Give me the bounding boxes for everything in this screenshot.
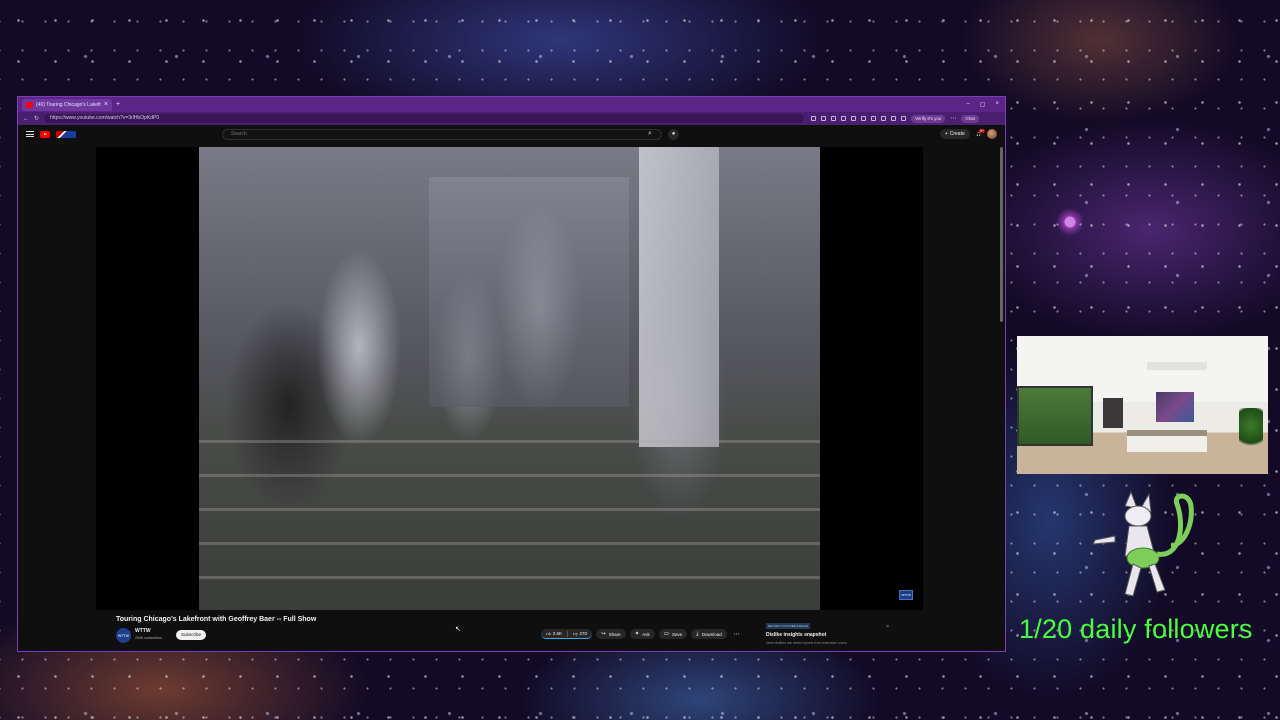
back-icon[interactable]: ← <box>23 116 29 122</box>
video-title: Touring Chicago's Lakefront with Geoffre… <box>116 616 317 623</box>
notification-badge: 9+ <box>979 128 985 133</box>
share-icon: ↪ <box>601 631 606 637</box>
room-photo <box>1017 336 1268 474</box>
browser-tab[interactable]: (40) Touring Chicago's Lakefr × <box>22 98 112 111</box>
avatar[interactable] <box>987 129 997 139</box>
tab-close-icon[interactable]: × <box>104 101 108 108</box>
search-box: ⌕ <box>222 128 662 140</box>
share-label: Share <box>608 631 621 637</box>
window-controls: – ▢ × <box>966 101 1005 108</box>
youtube-favicon-icon <box>26 101 33 108</box>
more-actions-icon[interactable]: ⋯ <box>731 631 743 638</box>
extension-icon[interactable] <box>821 116 827 121</box>
room-artwork-small <box>1103 398 1123 428</box>
extension-icon[interactable] <box>891 116 897 121</box>
video-scene-door <box>429 177 629 407</box>
notifications-bell-icon[interactable]: ♫ 9+ <box>976 128 985 138</box>
extension-icons <box>811 116 907 121</box>
ask-button[interactable]: ✦ Ask <box>629 629 655 639</box>
subscribe-button[interactable]: Subscribe <box>176 630 207 640</box>
like-dislike-group: 👍︎ 2.6K 👎︎ 270 <box>541 629 593 639</box>
subscriber-count: 254K subscribers <box>135 636 163 640</box>
close-window-icon[interactable]: × <box>995 101 999 108</box>
room-plant <box>1239 408 1263 452</box>
youtube-header: ⌕ ● +Create ♫9+ <box>18 125 1005 143</box>
channel-avatar[interactable]: WTTW <box>116 628 131 643</box>
video-scene-pillar <box>639 147 719 447</box>
download-icon: ⤓ <box>696 630 699 637</box>
sparkle-icon: ✦ <box>634 631 640 637</box>
extension-icon[interactable] <box>851 116 857 121</box>
ask-label: Ask <box>642 631 650 637</box>
extension-icon[interactable] <box>861 116 867 121</box>
channel-watermark[interactable]: WTTW <box>899 590 913 600</box>
room-bed <box>1127 430 1207 452</box>
header-right: + Create ♫ 9+ <box>939 128 997 139</box>
room-window <box>1017 386 1093 446</box>
video-frame <box>199 147 820 610</box>
search-icon[interactable]: ⌕ <box>639 129 661 140</box>
video-scene-stairs <box>199 440 820 610</box>
daily-followers-counter: 1/20 daily followers <box>1019 614 1253 644</box>
room-ceiling-light <box>1147 362 1207 370</box>
thumbs-down-icon: 👎︎ <box>572 630 578 636</box>
plus-icon: + <box>944 131 948 137</box>
hamburger-menu-icon[interactable] <box>26 131 34 137</box>
extension-tag: RETURN YOUTUBE DISLIKE <box>766 623 811 629</box>
close-icon[interactable]: × <box>886 624 889 630</box>
mewtwo-sprite-icon <box>1092 490 1194 597</box>
microphone-icon[interactable]: ● <box>668 128 679 140</box>
download-button[interactable]: ⤓ Download <box>691 629 727 639</box>
dislike-insights-panel: RETURN YOUTUBE DISLIKE Dislike insights … <box>766 623 901 651</box>
channel-name[interactable]: WTTW <box>135 628 151 634</box>
browser-window: (40) Touring Chicago's Lakefr × + – ▢ × … <box>17 96 1006 652</box>
extension-icon[interactable] <box>811 116 817 121</box>
extension-icon[interactable] <box>881 116 887 121</box>
profile-button[interactable]: Verify it's you <box>911 114 946 123</box>
room-artwork-large <box>1156 392 1194 422</box>
minimize-icon[interactable]: – <box>966 101 969 108</box>
video-actions: 👍︎ 2.6K 👎︎ 270 ↪ Share ✦ Ask ▭ Save ⤓ Download… <box>541 629 743 639</box>
address-bar: ← ↻ https://www.youtube.com/watch?v=3rlH… <box>18 112 1005 125</box>
create-button[interactable]: + Create <box>939 129 970 139</box>
download-label: Download <box>701 631 722 637</box>
video-meta: Touring Chicago's Lakefront with Geoffre… <box>116 613 916 651</box>
reload-icon[interactable]: ↻ <box>34 115 39 122</box>
youtube-logo-icon[interactable] <box>40 130 50 138</box>
tab-strip: (40) Touring Chicago's Lakefr × + – ▢ × <box>18 97 1005 112</box>
video-player[interactable]: WTTW <box>96 147 923 610</box>
like-count: 2.6K <box>552 631 562 636</box>
save-label: Save <box>672 631 683 637</box>
share-button[interactable]: ↪ Share <box>596 629 626 639</box>
create-label: Create <box>949 131 965 137</box>
maximize-icon[interactable]: ▢ <box>980 101 986 108</box>
flag-icon <box>56 130 76 138</box>
extension-icon[interactable] <box>871 116 877 121</box>
search-input[interactable] <box>223 131 639 137</box>
save-button[interactable]: ▭ Save <box>658 629 688 639</box>
new-tab-icon[interactable]: + <box>116 101 120 108</box>
like-button[interactable]: 👍︎ 2.6K <box>541 631 567 637</box>
dislike-count: 270 <box>579 631 588 636</box>
url-field[interactable]: https://www.youtube.com/watch?v=3rlHbOpK… <box>44 114 805 123</box>
bookmark-icon: ▭ <box>663 631 670 637</box>
mouse-cursor-icon: ↖ <box>455 626 461 633</box>
extension-icon[interactable] <box>831 116 837 121</box>
page-scrollbar[interactable] <box>1000 147 1003 322</box>
extension-icon[interactable] <box>841 116 847 121</box>
tab-title: (40) Touring Chicago's Lakefr <box>36 101 101 108</box>
chat-button[interactable]: Chat <box>961 114 979 123</box>
dislike-panel-title: Dislike insights snapshot <box>766 632 827 638</box>
extension-icon[interactable] <box>901 116 907 121</box>
thumbs-up-icon: 👍︎ <box>546 630 551 636</box>
dislike-button[interactable]: 👎︎ 270 <box>568 631 592 637</box>
menu-dots-icon[interactable]: ⋯ <box>950 115 956 122</box>
dislike-panel-subtitle: View dislikes are direct reports from ex… <box>766 641 847 645</box>
